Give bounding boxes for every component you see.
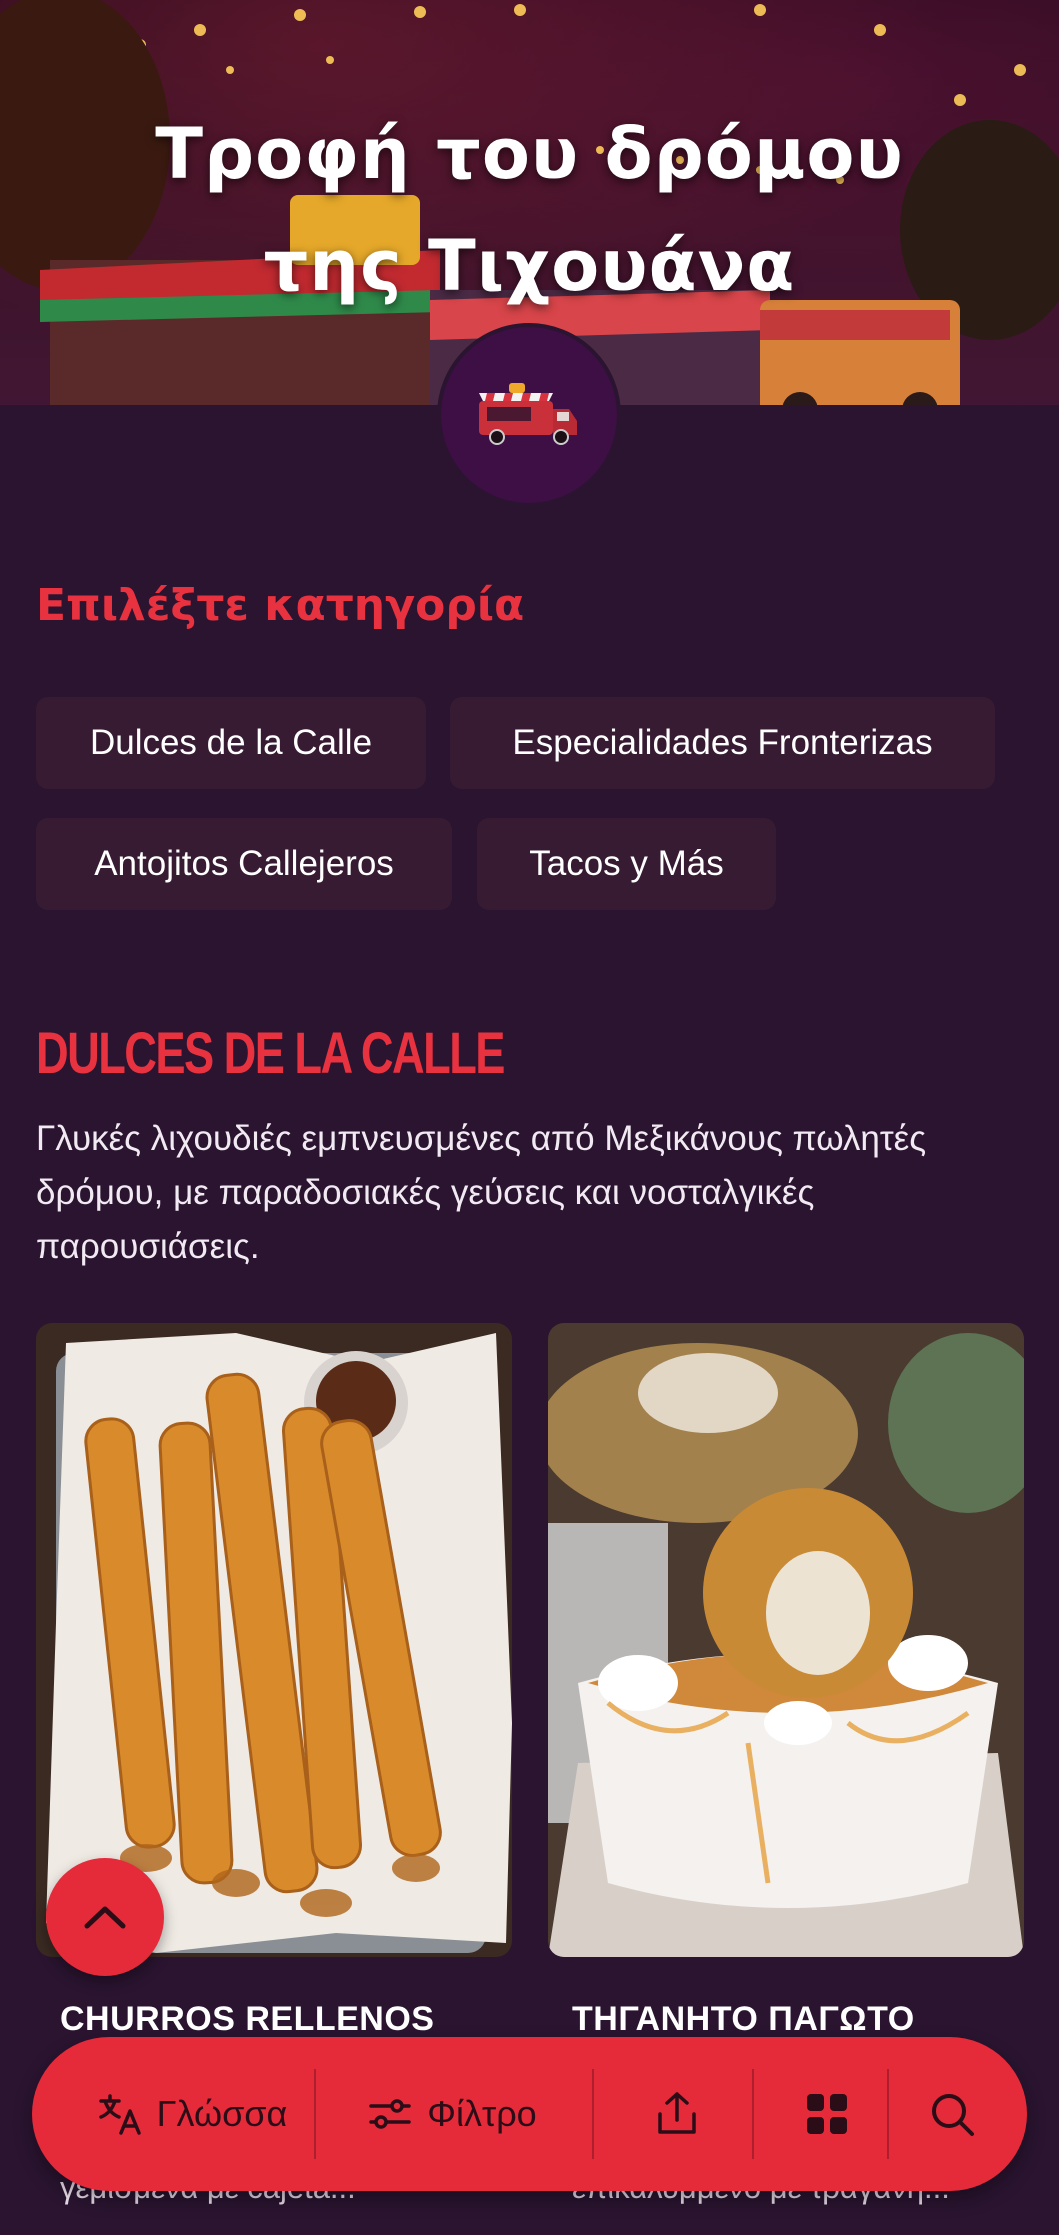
page-title: Τροφή του δρόμου της Τιχουάνα [155, 113, 904, 307]
search-button[interactable] [892, 2037, 1012, 2191]
category-description: Γλυκές λιχουδιές εμπνευσμένες από Μεξικά… [36, 1119, 927, 1266]
share-icon [658, 2092, 696, 2134]
food-truck-icon [479, 383, 577, 445]
filter-label: Φίλτρο [427, 2093, 537, 2134]
chevron-up-icon [84, 1906, 126, 1929]
category-chip-label: Especialidades Fronterizas [512, 723, 933, 762]
category-chip-especialidades[interactable]: Especialidades Fronterizas [450, 697, 995, 789]
category-heading: DULCES DE LA CALLE [36, 1021, 505, 1086]
bar-divider [592, 2069, 594, 2159]
language-label: Γλώσσα [156, 2093, 288, 2134]
menu-item-title[interactable]: CHURROS RELLENOS [60, 2000, 434, 2039]
search-icon [932, 2094, 974, 2136]
category-picker-label: Επιλέξτε κατηγορία [36, 580, 525, 631]
grid-view-button[interactable] [762, 2037, 892, 2191]
category-chip-tacos[interactable]: Tacos y Más [477, 818, 776, 910]
translate-icon [98, 2094, 141, 2135]
bar-divider [314, 2069, 316, 2159]
menu-item-title[interactable]: ΤΗΓΑΝΗΤΟ ΠΑΓΩΤΟ [572, 2000, 915, 2039]
fried-ice-cream-photo [548, 1323, 1024, 1957]
scroll-to-top-button[interactable] [46, 1858, 164, 1976]
category-chip-dulces[interactable]: Dulces de la Calle [36, 697, 426, 789]
category-chip-label: Dulces de la Calle [89, 723, 373, 762]
bar-divider [887, 2069, 889, 2159]
category-chip-antojitos[interactable]: Antojitos Callejeros [36, 818, 452, 910]
bottom-navigation-bar: Γλώσσα Φίλτρο [32, 2037, 1027, 2191]
filter-button[interactable]: Φίλτρο [322, 2037, 582, 2191]
filter-icon [369, 2099, 412, 2129]
grid-icon [807, 2094, 847, 2134]
language-button[interactable]: Γλώσσα [72, 2037, 312, 2191]
food-truck-logo [437, 323, 621, 507]
bar-divider [752, 2069, 754, 2159]
menu-item-image-fried-ice-cream[interactable] [548, 1323, 1024, 1957]
category-chip-label: Antojitos Callejeros [94, 844, 394, 883]
share-button[interactable] [607, 2037, 747, 2191]
category-chip-label: Tacos y Más [529, 844, 724, 883]
